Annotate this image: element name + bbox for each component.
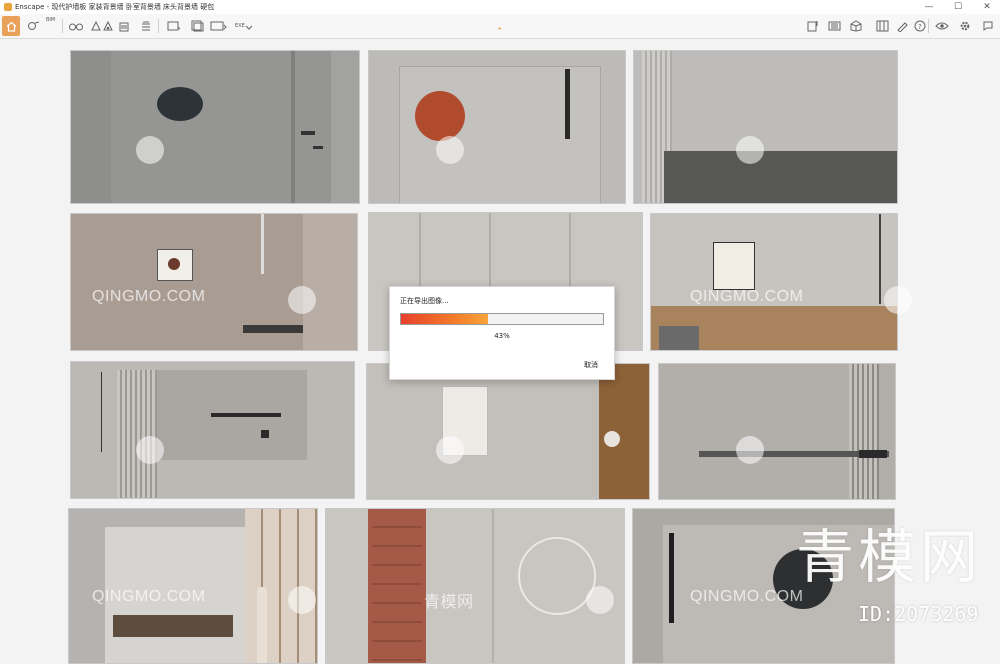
watermark-flower-icon (884, 286, 912, 314)
minimize-button[interactable]: — (918, 0, 940, 14)
panel-icon (142, 21, 150, 30)
screenshot-icon (167, 21, 181, 30)
panel-thumbnail (70, 361, 355, 499)
panorama-icon (210, 21, 227, 30)
cancel-button[interactable]: 取消 (584, 360, 598, 370)
dialog-title: 正在导出图像... (400, 297, 449, 305)
views-icon (876, 20, 888, 31)
watermark-text: QINGMO.COM (690, 288, 804, 305)
visibility-icon (935, 22, 949, 29)
asset-id-watermark: ID:2073269 (858, 602, 979, 626)
watermark-flower-icon (136, 136, 164, 164)
binoculars-button[interactable] (68, 17, 84, 34)
panel-button[interactable] (138, 17, 154, 34)
watermark-text: QINGMO.COM (92, 588, 206, 605)
svg-text:?: ? (918, 23, 922, 31)
title-bar: Enscape - 现代护墙板 家装背景墙 卧室背景墙 床头背景墙 硬包 — ☐… (0, 0, 1000, 15)
settings-link-button[interactable] (25, 17, 41, 34)
progress-percent: 43% (494, 332, 510, 340)
panel-thumbnail (366, 363, 650, 500)
watermark-flower-icon (736, 136, 764, 164)
cube-icon (850, 19, 862, 32)
progress-fill (401, 314, 488, 324)
sun-button[interactable] (100, 17, 116, 34)
material-icon (828, 21, 840, 30)
brand-watermark: 青模网 (796, 523, 983, 591)
panel-thumbnail (633, 50, 898, 204)
feedback-button[interactable] (980, 17, 996, 34)
batch-render-icon (191, 20, 204, 31)
panel-thumbnail (70, 50, 360, 204)
help-button[interactable]: ? (912, 17, 928, 34)
draw-icon (897, 21, 908, 32)
building-icon (119, 22, 129, 31)
panel-thumbnail (650, 213, 898, 351)
panel-thumbnail (70, 213, 358, 351)
building-button[interactable] (116, 17, 132, 34)
watermark-flower-icon (586, 586, 614, 614)
enscape-logo-icon (4, 3, 12, 11)
visibility-button[interactable] (934, 17, 950, 34)
export-progress-bar (400, 313, 604, 325)
window-title: Enscape - 现代护墙板 家装背景墙 卧室背景墙 床头背景墙 硬包 (15, 3, 215, 11)
export-icon (245, 25, 253, 30)
export-exe-button[interactable]: EXE (235, 17, 253, 34)
sun-icon (103, 20, 113, 30)
home-icon (6, 21, 16, 32)
batch-render-button[interactable] (190, 17, 206, 34)
watermark-text: QINGMO.COM (690, 588, 804, 605)
asset-library-button[interactable] (805, 17, 821, 34)
export-progress-dialog: 正在导出图像... 43% 取消 (389, 286, 615, 380)
screenshot-button[interactable] (166, 17, 182, 34)
settings-link-icon (27, 21, 39, 30)
watermark-flower-icon (436, 436, 464, 464)
panel-thumbnail (325, 508, 625, 664)
views-button[interactable] (874, 17, 890, 34)
watermark-flower-icon (136, 436, 164, 464)
panorama-button[interactable] (210, 17, 228, 34)
collapse-toolbar-button[interactable]: ⌃ (496, 27, 504, 37)
binoculars-icon (69, 23, 83, 30)
watermark-text-cn: 青模网 (424, 594, 474, 611)
panel-thumbnail (368, 50, 626, 204)
watermark-flower-icon (736, 436, 764, 464)
maximize-button[interactable]: ☐ (947, 0, 969, 14)
asset-library-icon (807, 20, 817, 31)
panel-thumbnail (658, 363, 896, 500)
watermark-text: QINGMO.COM (92, 288, 206, 305)
material-button[interactable] (826, 17, 842, 34)
close-button[interactable]: ✕ (976, 0, 998, 14)
help-icon: ? (914, 20, 926, 31)
bim-label[interactable]: BIM (46, 17, 55, 23)
panel-thumbnail (68, 508, 318, 664)
watermark-flower-icon (288, 286, 316, 314)
exe-label: EXE (235, 22, 245, 29)
draw-button[interactable] (895, 17, 911, 34)
feedback-icon (983, 21, 993, 31)
cube-button[interactable] (848, 17, 864, 34)
settings-button[interactable] (957, 17, 973, 34)
watermark-flower-icon (288, 586, 316, 614)
watermark-flower-icon (436, 136, 464, 164)
home-button[interactable] (2, 16, 20, 36)
settings-icon (960, 21, 970, 30)
